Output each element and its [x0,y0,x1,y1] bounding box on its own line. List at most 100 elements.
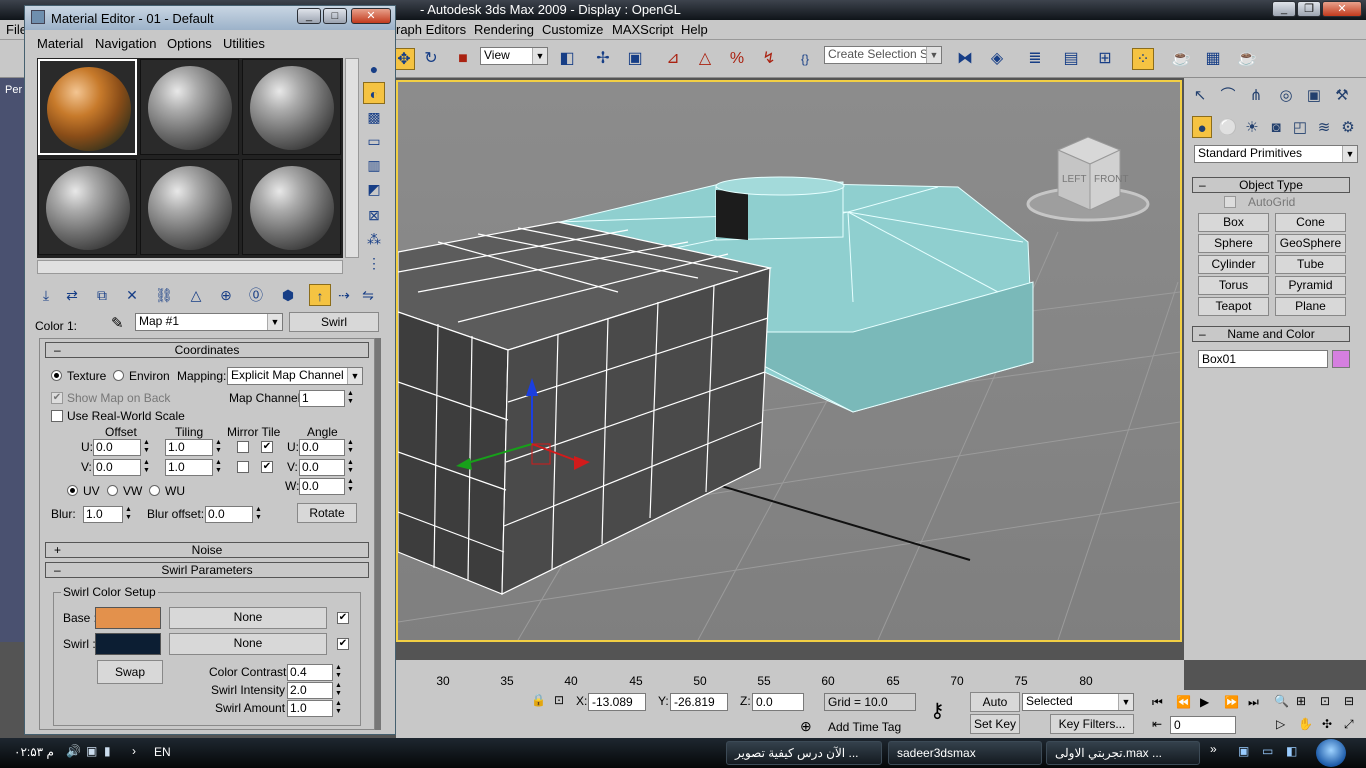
display-tab-icon[interactable]: ▣ [1302,84,1326,108]
current-frame-field[interactable]: 0 [1170,716,1236,734]
sample-slot[interactable] [140,159,239,255]
spinner-arrows-icon[interactable]: ▲ ▼ [123,506,134,523]
perspective-viewport[interactable]: LEFT FRONT [396,80,1182,642]
plane-button[interactable]: Plane [1275,297,1346,316]
timeline-ruler[interactable]: 30 35 40 45 50 55 60 65 70 75 80 [396,660,1184,690]
menu-navigation[interactable]: Navigation [95,36,156,51]
backlight-icon[interactable]: ◐ [363,82,385,104]
angle-snap-icon[interactable]: △ [694,48,716,70]
object-name-field[interactable]: Box01 [1198,350,1328,368]
key-filters-button[interactable]: Key Filters... [1050,714,1134,734]
set-key-button[interactable]: Set Key [970,714,1020,734]
spinner-arrows-icon[interactable]: ▲ ▼ [333,700,344,717]
render-setup-icon[interactable]: ☕ [1170,48,1192,70]
add-time-tag[interactable]: Add Time Tag [828,720,901,734]
schematic-icon[interactable]: ⊞ [1094,48,1116,70]
menu-maxscript[interactable]: MAXScript [612,22,673,37]
menu-help[interactable]: Help [681,22,708,37]
v-tiling-spinner[interactable]: 1.0 ▲ ▼ [165,459,222,476]
texture-radio[interactable] [51,370,62,381]
menu-rendering[interactable]: Rendering [474,22,534,37]
parameters-scrollbar[interactable] [375,338,381,730]
menu-options[interactable]: Options [167,36,212,51]
clock[interactable]: ۰۲:۵۳ م [14,745,54,759]
z-coordinate-field[interactable]: 0.0 [752,693,804,711]
restore-icon[interactable]: ❐ [1297,1,1321,17]
menu-customize[interactable]: Customize [542,22,603,37]
pivot-center-icon[interactable]: ◧ [556,48,578,70]
blur-offset-spinner[interactable]: 0.0 ▲ ▼ [205,506,262,523]
viewport-scene[interactable]: LEFT FRONT [398,82,1180,640]
rotate-button[interactable]: Rotate [297,503,357,523]
taskbar-item-firefox[interactable]: الآن درس كيفية تصوير ... [726,741,882,765]
field-of-view-icon[interactable]: ▷ [1276,717,1285,731]
zoom-icon[interactable]: 🔍 [1274,694,1289,708]
select-by-material-icon[interactable]: ⁂ [363,228,385,250]
spinner-arrows-icon[interactable]: ▲ ▼ [333,682,344,699]
play-icon[interactable]: ▶ [1200,695,1209,709]
swirl-color-swatch[interactable] [95,633,161,655]
show-map-in-viewport-icon[interactable]: ⓪ [245,284,267,306]
v-angle-spinner[interactable]: 0.0 ▲ ▼ [299,459,354,476]
taskbar-item-sadeer3dsmax[interactable]: sadeer3dsmax [888,741,1042,765]
object-color-swatch[interactable] [1332,350,1350,368]
go-to-end-icon[interactable]: ⏭ [1248,695,1259,710]
show-desktop-icon[interactable]: ▭ [1262,744,1273,758]
key-mode-dropdown[interactable]: Selected ▼ [1022,693,1134,711]
u-tiling-spinner[interactable]: 1.0 ▲ ▼ [165,439,222,456]
get-material-icon[interactable]: ⤓ [35,284,57,306]
key-icon[interactable]: ⚷ [930,698,945,723]
object-type-rollout-header[interactable]: – Object Type [1192,177,1350,193]
create-tab-icon[interactable]: ↖ [1188,84,1212,108]
pyramid-button[interactable]: Pyramid [1275,276,1346,295]
make-preview-icon[interactable]: ◩ [363,178,385,200]
v-offset-spinner[interactable]: 0.0 ▲ ▼ [93,459,150,476]
tube-button[interactable]: Tube [1275,255,1346,274]
select-and-manipulate-icon[interactable]: ✢ [592,48,614,70]
pan-icon[interactable]: ✋ [1298,717,1313,731]
base-map-button[interactable]: None [169,607,327,629]
keyboard-shortcut-icon[interactable]: ▣ [624,48,646,70]
background-icon[interactable]: ▩ [363,106,385,128]
language-indicator[interactable]: EN [154,745,171,759]
swirl-map-button[interactable]: None [169,633,327,655]
slots-vertical-scrollbar[interactable] [345,58,359,258]
time-tag-icon[interactable]: ⊕ [800,718,812,735]
align-icon[interactable]: ◈ [986,48,1008,70]
zoom-extents-icon[interactable]: ⊡ [1320,694,1330,708]
autogrid-checkbox[interactable] [1224,196,1236,208]
volume-icon[interactable]: 🔊 [66,744,81,758]
swirl-intensity-spinner[interactable]: 2.0 ▲ ▼ [287,682,342,699]
coordinates-rollout-header[interactable]: – Coordinates [45,342,369,358]
material-effects-channel-icon[interactable]: ⊕ [215,284,237,306]
noise-rollout-header[interactable]: + Noise [45,542,369,558]
spinner-arrows-icon[interactable]: ▲ ▼ [141,439,152,456]
geometry-icon[interactable]: ● [1192,116,1212,138]
spinner-arrows-icon[interactable]: ▲ ▼ [141,459,152,476]
quick-launch-icon[interactable]: ◧ [1286,744,1297,758]
wu-radio[interactable] [149,485,160,496]
spinner-arrows-icon[interactable]: ▲ ▼ [345,459,356,476]
menu-material[interactable]: Material [37,36,83,51]
v-tile-checkbox[interactable]: ✔ [261,461,273,473]
base-color-swatch[interactable] [95,607,161,629]
material-map-navigator-icon[interactable]: ⋮ [363,252,385,274]
spinner-snap-icon[interactable]: ↯ [758,48,780,70]
u-mirror-checkbox[interactable] [237,441,249,453]
uv-radio[interactable] [67,485,78,496]
assign-material-icon[interactable]: ⧉ [91,284,113,306]
zoom-extents-all-icon[interactable]: ⊟ [1344,694,1354,708]
u-angle-spinner[interactable]: 0.0 ▲ ▼ [299,439,354,456]
swirl-rollout-header[interactable]: – Swirl Parameters [45,562,369,578]
v-mirror-checkbox[interactable] [237,461,249,473]
viewcube-left-label[interactable]: LEFT [1062,174,1086,185]
curve-editor-icon[interactable]: ▤ [1060,48,1082,70]
environ-radio[interactable] [113,370,124,381]
spinner-arrows-icon[interactable]: ▲ ▼ [345,478,356,495]
next-frame-icon[interactable]: ⏩ [1224,695,1239,709]
modify-tab-icon[interactable]: ⌒ [1216,84,1240,108]
spinner-arrows-icon[interactable]: ▲ ▼ [333,664,344,681]
geosphere-button[interactable]: GeoSphere [1275,234,1346,253]
mirror-icon[interactable]: ⧓ [954,48,976,70]
quick-render-icon[interactable]: ☕ [1236,48,1258,70]
